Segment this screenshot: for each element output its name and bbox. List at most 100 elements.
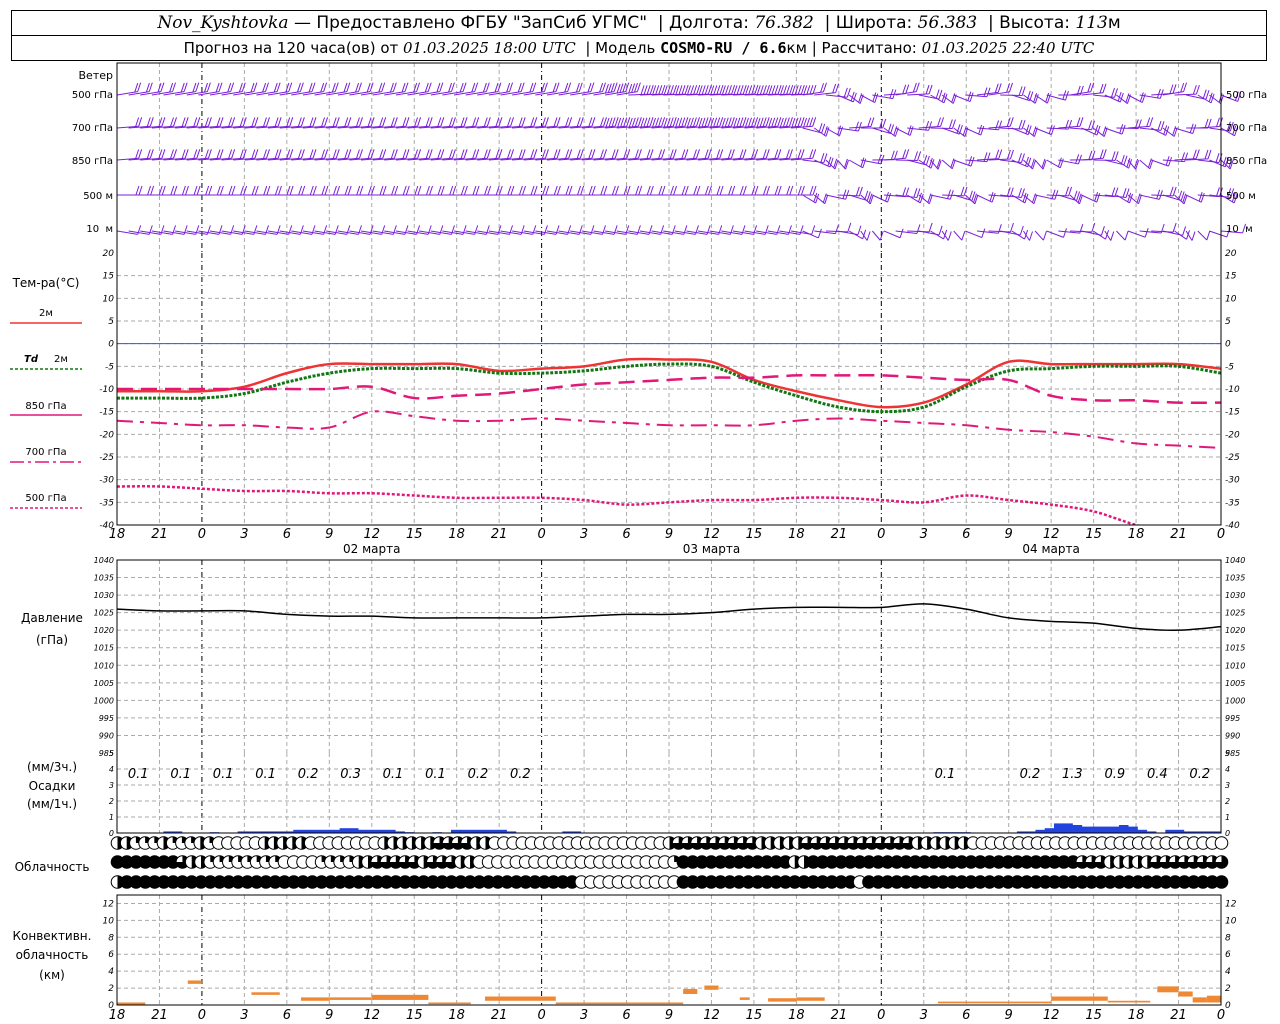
wind-barb-feather xyxy=(565,149,570,159)
wind-barb-feather xyxy=(498,185,503,196)
legend-850-label: 850 гПа xyxy=(25,401,66,412)
wind-level-10m-right: 10 м xyxy=(1226,224,1253,235)
wind-barb-feather xyxy=(791,117,796,128)
wind-barb-feather xyxy=(568,117,573,127)
wind-barb-feather xyxy=(389,82,394,93)
wind-barb-feather xyxy=(1169,186,1174,196)
wind-barb-feather xyxy=(713,85,718,95)
wind-barb-feather xyxy=(607,83,612,93)
wind-barb-feather xyxy=(1110,231,1115,241)
wind-barb-feather xyxy=(429,185,434,196)
wind-barb-feather xyxy=(1120,154,1125,165)
wind-barb-shaft xyxy=(907,93,930,96)
wind-barb-feather xyxy=(797,149,802,159)
temp-y-tick-left: -10 xyxy=(99,385,114,395)
wind-barb-feather xyxy=(393,149,398,159)
wind-barb-feather xyxy=(902,149,907,159)
wind-barb xyxy=(825,189,850,200)
wind-barb-feather xyxy=(437,185,442,196)
wind-level-700hpa-right: 700 гПа xyxy=(1226,123,1267,134)
wind-barb-feather xyxy=(701,117,706,127)
wind-barb-feather xyxy=(893,150,898,160)
wind-barb-feather xyxy=(1122,188,1127,198)
cloud-cover-layer xyxy=(110,836,1229,889)
wind-barb xyxy=(1139,158,1154,170)
time-tick-label-bottom: 6 xyxy=(283,1008,291,1023)
wind-barb-feather xyxy=(416,82,421,92)
precip-bar xyxy=(1091,826,1101,833)
wind-barb-feather xyxy=(532,82,537,92)
convective-segment xyxy=(1051,996,1108,1001)
time-tick-label: 0 xyxy=(1217,527,1225,542)
time-tick-label: 6 xyxy=(962,527,970,542)
wind-barb-shaft xyxy=(848,230,863,240)
conv-y-tick-left: 6 xyxy=(108,950,114,960)
wind-barb xyxy=(872,123,895,135)
wind-level-500hpa-right: 500 гПа xyxy=(1226,90,1267,101)
wind-barb-feather xyxy=(696,117,700,127)
wind-barb-feather xyxy=(1191,231,1196,241)
wind-barb-feather xyxy=(689,117,694,127)
wind-barb-feather xyxy=(564,82,569,93)
wind-barb-feather xyxy=(675,117,680,128)
time-tick-label-bottom: 12 xyxy=(1043,1008,1060,1023)
wind-barb-feather xyxy=(324,185,329,196)
wind-barb-feather xyxy=(728,85,732,95)
temp-y-tick-right: -20 xyxy=(1225,430,1240,440)
wind-barb-feather xyxy=(486,117,491,127)
wind-barb-feather xyxy=(777,149,782,159)
wind-barb-feather xyxy=(797,85,802,95)
wind-barb-feather xyxy=(643,117,648,127)
wind-barb-feather xyxy=(204,149,209,159)
wind-barb-feather xyxy=(216,185,221,196)
wind-barb-feather xyxy=(1042,230,1047,241)
wind-barb-feather xyxy=(347,117,352,127)
wind-barb xyxy=(1000,86,1026,97)
wind-barb-feather xyxy=(568,149,573,159)
wind-barb xyxy=(1000,119,1026,130)
time-tick-label: 21 xyxy=(831,527,848,542)
wind-barb-feather xyxy=(390,117,395,127)
wind-barb-feather xyxy=(646,185,651,196)
wind-barb-feather xyxy=(1206,230,1211,241)
wind-barb xyxy=(1046,186,1073,197)
cloud-circle xyxy=(1214,836,1229,850)
wind-barb-feather xyxy=(948,119,953,129)
wind-barb-feather xyxy=(646,85,651,95)
wind-barb-feather xyxy=(517,82,522,93)
wind-barb-feather xyxy=(556,117,561,127)
conv-y-tick-left: 8 xyxy=(108,933,114,943)
wind-barb-feather xyxy=(652,117,656,128)
wind-barb-feather xyxy=(603,117,607,127)
precip-3h-label: 0.1 xyxy=(383,767,404,782)
wind-barb-feather xyxy=(541,117,546,127)
wind-barb-shaft xyxy=(907,230,930,233)
wind-barb-feather xyxy=(543,82,548,92)
wind-barb-feather xyxy=(1076,117,1081,127)
wind-barb-feather xyxy=(485,82,490,92)
wind-barb-feather xyxy=(344,185,349,196)
wind-barb xyxy=(1093,87,1118,98)
wind-barb-feather xyxy=(448,117,453,127)
wind-level-500m: 500 м xyxy=(83,191,113,202)
wind-barb-feather xyxy=(289,117,294,127)
wind-barb-feather xyxy=(832,83,837,94)
wind-barb xyxy=(1081,192,1101,203)
time-tick-label: 15 xyxy=(746,527,763,542)
wind-barb-feather xyxy=(414,117,419,127)
wind-barb-feather xyxy=(1195,149,1200,159)
wind-barb-feather xyxy=(580,185,585,196)
wind-barb-feather xyxy=(576,149,581,159)
wind-barb-feather xyxy=(672,149,677,159)
wind-barb-feather xyxy=(774,85,779,95)
wind-barb-feather xyxy=(471,82,476,93)
temp-y-tick-right: 10 xyxy=(1225,294,1237,304)
meteogram-svg: 0.1 0.1 0.1 0.1 0.2 0.3 0.1 0.1 0.2 0.2 0.1 0.2 1.3 0… xyxy=(10,62,1267,1023)
wind-barb xyxy=(1034,230,1047,241)
wind-barb-feather xyxy=(684,185,689,196)
wind-barb-feather xyxy=(231,185,236,196)
wind-barb-feather xyxy=(716,185,721,196)
wind-barb-feather xyxy=(172,82,177,92)
wind-barb-feather xyxy=(1075,154,1080,164)
wind-barb-feather xyxy=(369,82,374,92)
